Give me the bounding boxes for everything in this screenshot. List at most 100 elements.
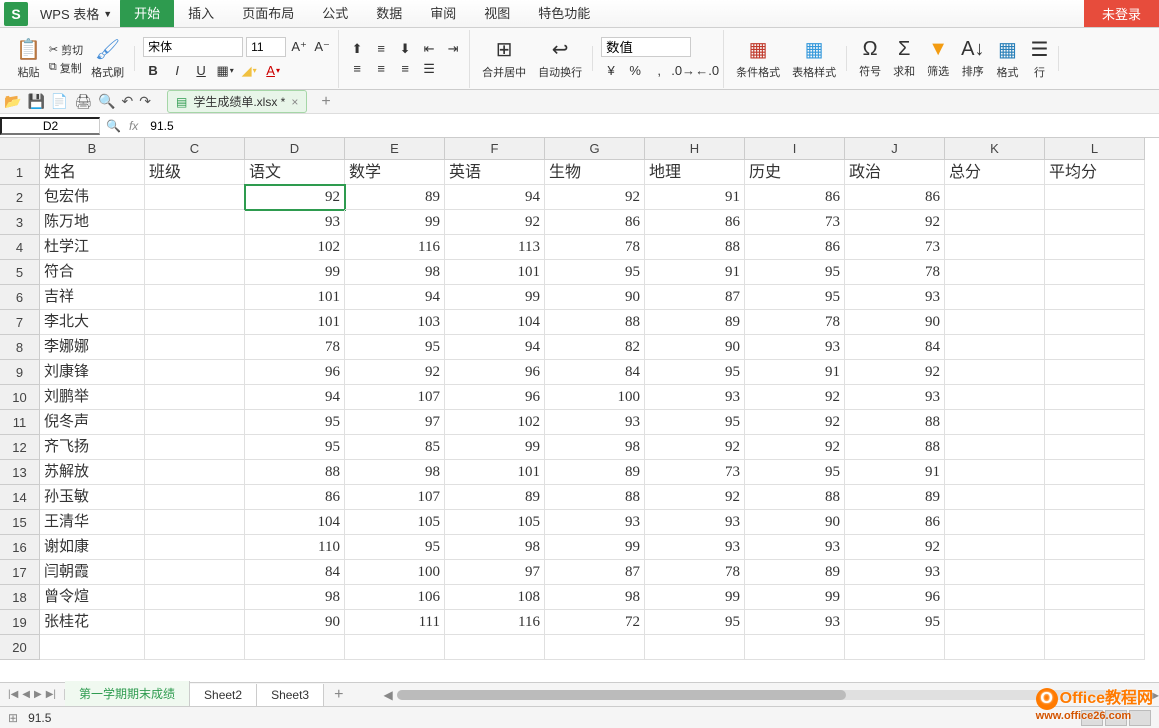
cell-L14[interactable]: [1045, 485, 1145, 510]
cell-J19[interactable]: 95: [845, 610, 945, 635]
cell-E6[interactable]: 94: [345, 285, 445, 310]
cell-L3[interactable]: [1045, 210, 1145, 235]
cell-E8[interactable]: 95: [345, 335, 445, 360]
cell-H9[interactable]: 95: [645, 360, 745, 385]
formula-input[interactable]: [146, 119, 1153, 133]
align-right-button[interactable]: ≡: [395, 59, 415, 79]
cell-L13[interactable]: [1045, 460, 1145, 485]
add-sheet-button[interactable]: +: [324, 686, 353, 704]
cell-B14[interactable]: 孙玉敏: [40, 485, 145, 510]
cell-L6[interactable]: [1045, 285, 1145, 310]
row-col-button[interactable]: ☰行: [1026, 35, 1052, 82]
sheet-tab-1[interactable]: Sheet2: [190, 684, 257, 706]
cell-F13[interactable]: 101: [445, 460, 545, 485]
fx-search-icon[interactable]: 🔍: [106, 119, 121, 133]
cell-K9[interactable]: [945, 360, 1045, 385]
sheet-next-icon[interactable]: ▶: [34, 689, 42, 700]
menu-tab-4[interactable]: 数据: [362, 0, 416, 27]
cell-K14[interactable]: [945, 485, 1045, 510]
cell-K13[interactable]: [945, 460, 1045, 485]
cell-I2[interactable]: 86: [745, 185, 845, 210]
cell-C12[interactable]: [145, 435, 245, 460]
app-dropdown-icon[interactable]: ▼: [103, 9, 112, 19]
name-box[interactable]: [0, 117, 100, 135]
cell-K8[interactable]: [945, 335, 1045, 360]
col-header-K[interactable]: K: [945, 138, 1045, 160]
decrease-decimal-button[interactable]: ←.0: [697, 61, 717, 81]
cell-E17[interactable]: 100: [345, 560, 445, 585]
cell-B18[interactable]: 曾令煊: [40, 585, 145, 610]
cell-H20[interactable]: [645, 635, 745, 660]
cell-H6[interactable]: 87: [645, 285, 745, 310]
cell-I19[interactable]: 93: [745, 610, 845, 635]
cell-G1[interactable]: 生物: [545, 160, 645, 185]
cell-B20[interactable]: [40, 635, 145, 660]
row-header-1[interactable]: 1: [0, 160, 40, 185]
cell-C19[interactable]: [145, 610, 245, 635]
cell-L4[interactable]: [1045, 235, 1145, 260]
col-header-J[interactable]: J: [845, 138, 945, 160]
sheet-tab-0[interactable]: 第一学期期末成绩: [65, 681, 190, 708]
cell-C10[interactable]: [145, 385, 245, 410]
cell-E15[interactable]: 105: [345, 510, 445, 535]
cell-E2[interactable]: 89: [345, 185, 445, 210]
align-center-button[interactable]: ≡: [371, 59, 391, 79]
cell-H18[interactable]: 99: [645, 585, 745, 610]
col-header-B[interactable]: B: [40, 138, 145, 160]
indent-increase-button[interactable]: ⇥: [443, 39, 463, 59]
row-header-19[interactable]: 19: [0, 610, 40, 635]
cell-K2[interactable]: [945, 185, 1045, 210]
cell-D12[interactable]: 95: [245, 435, 345, 460]
sheet-last-icon[interactable]: ▶|: [46, 689, 56, 700]
filter-button[interactable]: ▼筛选: [923, 36, 953, 81]
cell-F16[interactable]: 98: [445, 535, 545, 560]
comma-button[interactable]: ,: [649, 61, 669, 81]
currency-button[interactable]: ¥: [601, 61, 621, 81]
align-top-button[interactable]: ⬆: [347, 39, 367, 59]
cell-K7[interactable]: [945, 310, 1045, 335]
menu-tab-7[interactable]: 特色功能: [524, 0, 604, 27]
row-header-10[interactable]: 10: [0, 385, 40, 410]
add-document-button[interactable]: +: [321, 93, 330, 111]
cell-B10[interactable]: 刘鹏举: [40, 385, 145, 410]
underline-button[interactable]: U: [191, 61, 211, 81]
cell-F4[interactable]: 113: [445, 235, 545, 260]
cell-K5[interactable]: [945, 260, 1045, 285]
sheet-tab-2[interactable]: Sheet3: [257, 684, 324, 706]
cell-D3[interactable]: 93: [245, 210, 345, 235]
cell-H1[interactable]: 地理: [645, 160, 745, 185]
increase-font-icon[interactable]: A⁺: [289, 37, 309, 57]
cell-B8[interactable]: 李娜娜: [40, 335, 145, 360]
number-format-select[interactable]: [601, 37, 691, 57]
cell-F14[interactable]: 89: [445, 485, 545, 510]
format-button[interactable]: ▦格式: [992, 35, 1022, 82]
cell-L17[interactable]: [1045, 560, 1145, 585]
cell-K15[interactable]: [945, 510, 1045, 535]
cell-D16[interactable]: 110: [245, 535, 345, 560]
sheet-first-icon[interactable]: |◀: [8, 689, 18, 700]
cell-L2[interactable]: [1045, 185, 1145, 210]
format-painter-button[interactable]: 🖌 格式刷: [87, 35, 128, 82]
cell-K6[interactable]: [945, 285, 1045, 310]
cell-L1[interactable]: 平均分: [1045, 160, 1145, 185]
align-bottom-button[interactable]: ⬇: [395, 39, 415, 59]
cell-J3[interactable]: 92: [845, 210, 945, 235]
cell-G20[interactable]: [545, 635, 645, 660]
cell-K12[interactable]: [945, 435, 1045, 460]
scroll-thumb[interactable]: [397, 690, 846, 700]
cell-L10[interactable]: [1045, 385, 1145, 410]
cell-K3[interactable]: [945, 210, 1045, 235]
cell-G13[interactable]: 89: [545, 460, 645, 485]
paste-button[interactable]: 📋 粘贴: [12, 35, 45, 82]
select-all-corner[interactable]: [0, 138, 40, 160]
cell-E9[interactable]: 92: [345, 360, 445, 385]
cell-J9[interactable]: 92: [845, 360, 945, 385]
cell-F5[interactable]: 101: [445, 260, 545, 285]
cell-C17[interactable]: [145, 560, 245, 585]
sum-button[interactable]: Σ求和: [889, 36, 919, 81]
col-header-I[interactable]: I: [745, 138, 845, 160]
cell-H14[interactable]: 92: [645, 485, 745, 510]
cell-J20[interactable]: [845, 635, 945, 660]
border-button[interactable]: ▦▾: [215, 61, 235, 81]
row-header-15[interactable]: 15: [0, 510, 40, 535]
